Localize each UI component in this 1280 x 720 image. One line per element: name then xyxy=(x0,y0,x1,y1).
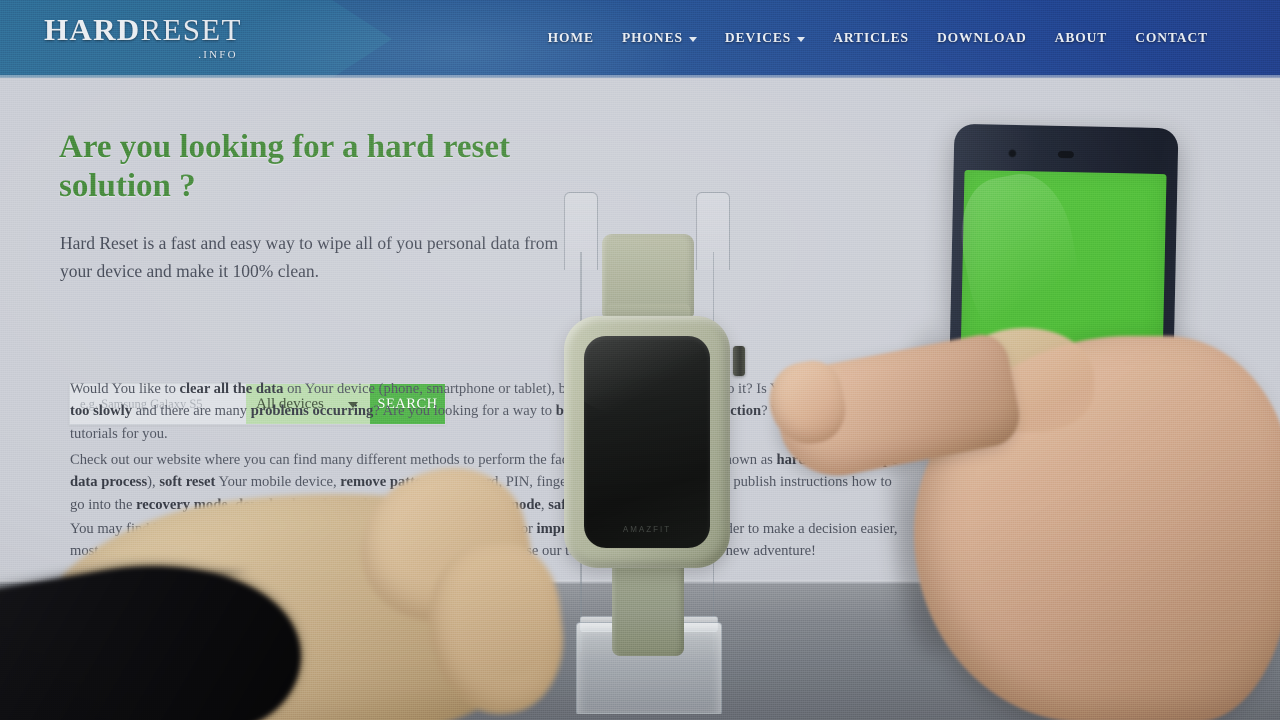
nav-label-articles: ARTICLES xyxy=(833,30,909,45)
chevron-down-icon xyxy=(797,36,806,42)
body-paragraph-2: Check out our website where you can find… xyxy=(70,452,898,513)
nav-label-phones: PHONES xyxy=(621,30,683,45)
nav-item-about[interactable]: ABOUT xyxy=(1055,30,1108,46)
nav-item-devices[interactable]: DEVICES xyxy=(724,30,806,46)
photographed-screen-scene: HARDRESET .INFO HOME PHONES DEVICES ARTI… xyxy=(0,0,1280,720)
logo-text-hard: HARD xyxy=(44,12,141,47)
nav-label-home: HOME xyxy=(547,30,594,45)
site-header: HARDRESET .INFO HOME PHONES DEVICES ARTI… xyxy=(0,0,1280,78)
body-paragraph-1: Would You like to clear all the data on … xyxy=(70,381,899,442)
nav-item-phones[interactable]: PHONES xyxy=(622,30,697,46)
nav-item-download[interactable]: DOWNLOAD xyxy=(937,30,1027,46)
logo-text-reset: RESET xyxy=(140,12,242,47)
site-logo[interactable]: HARDRESET .INFO xyxy=(44,14,242,61)
nav-label-about: ABOUT xyxy=(1054,30,1108,45)
hero-lead-text: Hard Reset is a fast and easy way to wip… xyxy=(60,233,559,281)
page-title: Are you looking for a hard reset solutio… xyxy=(59,129,510,205)
nav-label-devices: DEVICES xyxy=(724,30,792,45)
nav-label-contact: CONTACT xyxy=(1135,30,1208,45)
nav-label-download: DOWNLOAD xyxy=(936,30,1027,45)
website-page: HARDRESET .INFO HOME PHONES DEVICES ARTI… xyxy=(0,0,1280,720)
body-paragraph-3: You may find here a lot of different tut… xyxy=(70,521,898,560)
nav-item-contact[interactable]: CONTACT xyxy=(1135,30,1208,46)
page-content: Are you looking for a hard reset solutio… xyxy=(0,78,1280,720)
nav-item-articles[interactable]: ARTICLES xyxy=(833,30,909,46)
main-navigation: HOME PHONES DEVICES ARTICLES DOWNLOAD AB… xyxy=(548,30,1208,46)
logo-tld: .INFO xyxy=(198,49,238,61)
chevron-down-icon xyxy=(688,36,697,42)
nav-item-home[interactable]: HOME xyxy=(548,30,594,46)
